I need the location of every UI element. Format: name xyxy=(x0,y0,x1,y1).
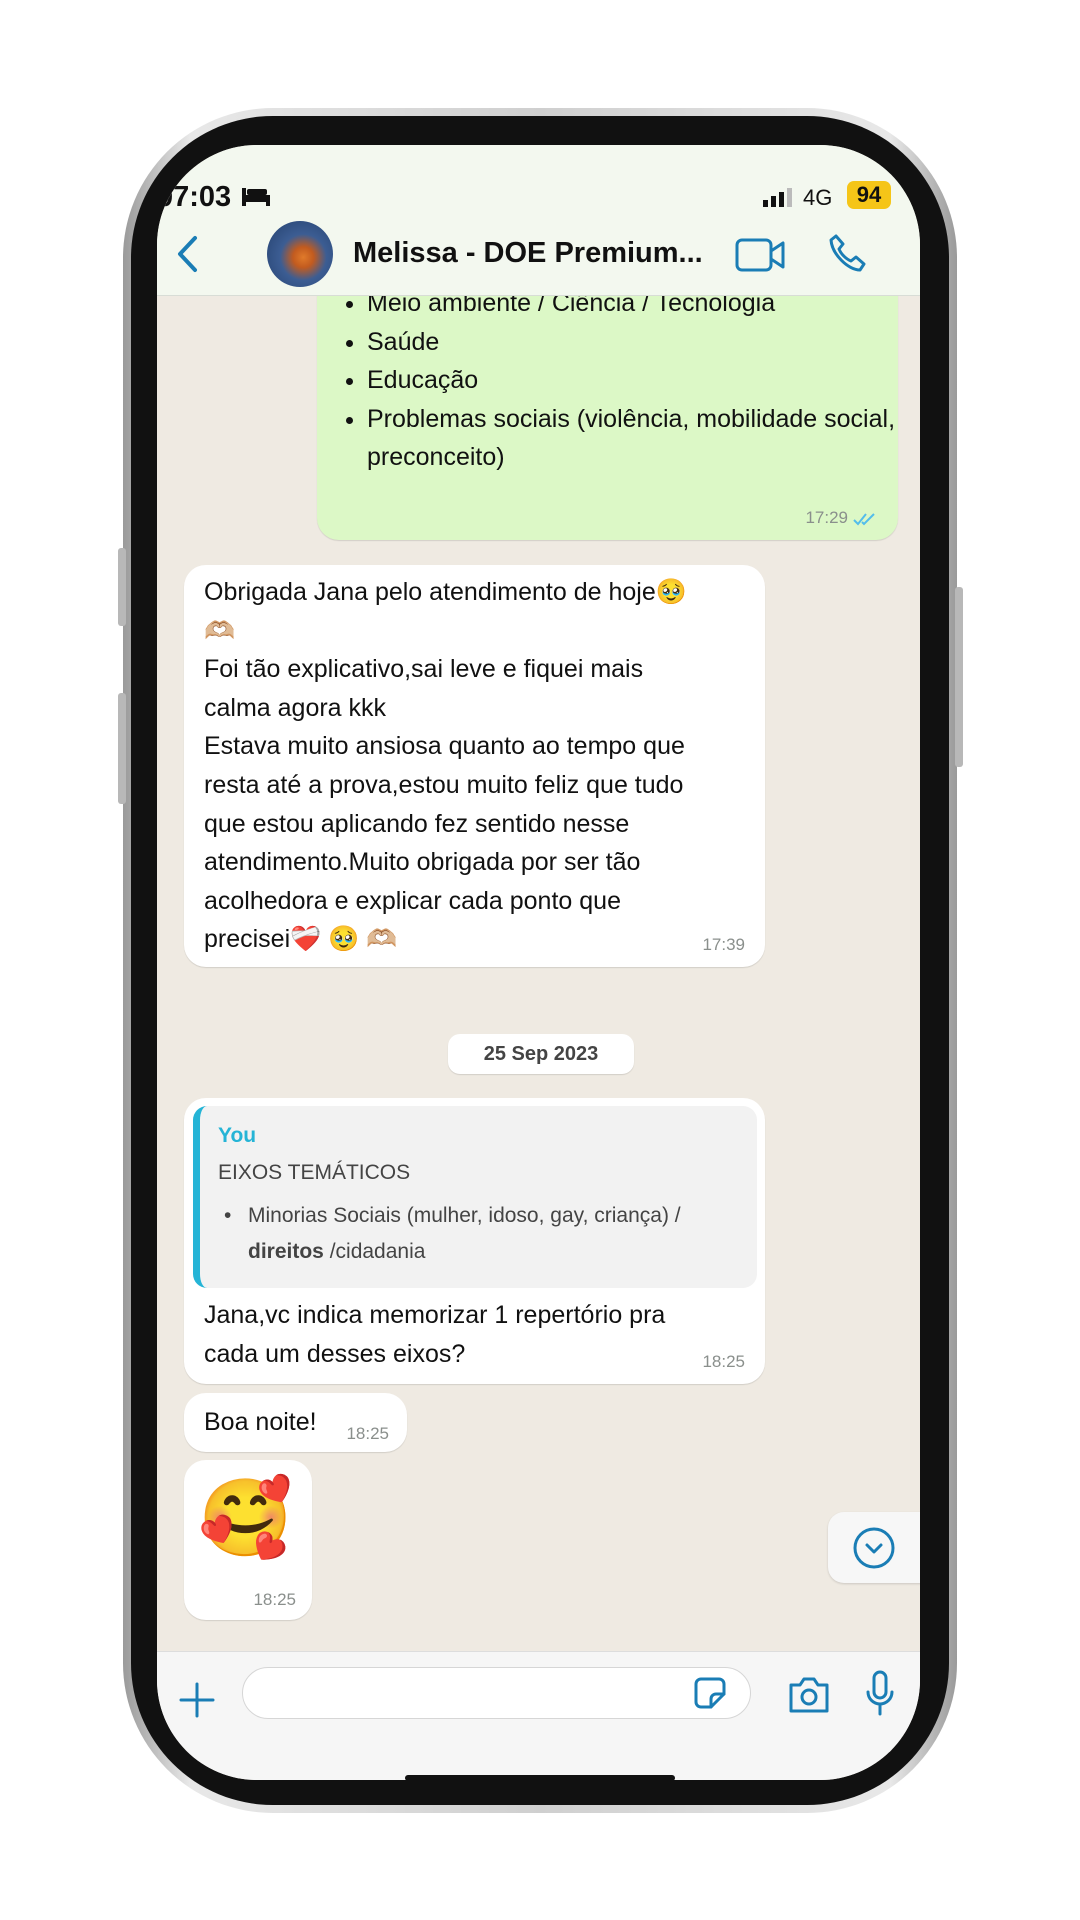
list-item: Saúde xyxy=(367,323,907,362)
power-button xyxy=(955,587,963,767)
double-check-icon xyxy=(853,513,875,526)
text-line: que estou aplicando fez sentido nesse xyxy=(204,809,630,838)
quote-author: You xyxy=(218,1124,257,1147)
quote-item-bold: direitos xyxy=(248,1240,324,1263)
volume-up-button xyxy=(118,548,126,626)
text-line: Jana,vc indica memorizar 1 repertório pr… xyxy=(204,1301,666,1329)
quoted-message[interactable]: You EIXOS TEMÁTICOS • Minorias Sociais (m… xyxy=(193,1106,757,1288)
network-type: 4G xyxy=(803,185,833,210)
contact-name[interactable]: Melissa - DOE Premium... xyxy=(353,237,703,270)
phone-icon[interactable] xyxy=(827,233,869,275)
text-line: acolhedora e explicar cada ponto que xyxy=(204,886,621,915)
message-incoming[interactable]: Boa noite! 18:25 xyxy=(184,1393,407,1452)
message-time: 17:29 xyxy=(805,508,848,527)
text-line: 🫶🏼 xyxy=(204,616,236,645)
chevron-left-icon[interactable] xyxy=(175,235,201,273)
message-input[interactable] xyxy=(242,1667,751,1719)
video-camera-icon[interactable] xyxy=(735,237,787,273)
avatar[interactable] xyxy=(267,221,333,287)
bed-icon xyxy=(242,188,270,206)
message-incoming-emoji[interactable]: 🥰 18:25 xyxy=(184,1460,312,1620)
text-line: Estava muito ansiosa quanto ao tempo que xyxy=(204,732,685,761)
chat-area[interactable]: Meio ambiente / Ciência / Tecnologia Saú… xyxy=(157,275,920,1651)
message-outgoing[interactable]: Meio ambiente / Ciência / Tecnologia Saú… xyxy=(317,275,898,540)
camera-icon[interactable] xyxy=(787,1676,831,1714)
message-time: 17:39 xyxy=(702,935,745,954)
text-line: calma agora kkk xyxy=(204,693,387,722)
status-time: 07:03 xyxy=(157,181,232,213)
list-item: Problemas sociais (violência, mobilidade… xyxy=(367,400,907,477)
screen: Meio ambiente / Ciência / Tecnologia Saú… xyxy=(157,145,920,1780)
signal-bars-icon xyxy=(763,188,792,207)
text-line: resta até a prova,estou muito feliz que … xyxy=(204,770,684,799)
text-line: precisei❤️‍🩹 🥹 🫶🏼 xyxy=(204,925,398,954)
quote-title: EIXOS TEMÁTICOS xyxy=(218,1161,411,1184)
message-text: Jana,vc indica memorizar 1 repertório pr… xyxy=(204,1296,754,1373)
text-line: cada um desses eixos? xyxy=(204,1339,466,1368)
message-text: Boa noite! xyxy=(204,1408,317,1436)
microphone-icon[interactable] xyxy=(864,1670,896,1716)
plus-icon[interactable] xyxy=(179,1682,215,1718)
sticker-icon[interactable] xyxy=(693,1676,727,1710)
chevron-down-circle-icon xyxy=(853,1527,895,1569)
quote-item-text: Minorias Sociais (mulher, idoso, gay, cr… xyxy=(248,1204,681,1227)
message-time: 18:25 xyxy=(702,1352,745,1371)
text-line: atendimento.Muito obrigada por ser tão xyxy=(204,848,641,877)
quote-item: • Minorias Sociais (mulher, idoso, gay, c… xyxy=(224,1204,681,1263)
home-indicator xyxy=(405,1775,675,1780)
date-separator: 25 Sep 2023 xyxy=(448,1034,634,1074)
message-time: 18:25 xyxy=(346,1424,389,1443)
quote-item-rest: /cidadania xyxy=(323,1240,426,1263)
message-time: 18:25 xyxy=(253,1590,296,1609)
text-line: Obrigada Jana pelo atendimento de hoje🥹 xyxy=(204,578,687,606)
chat-header: 07:03 4G 94 Melissa - DOE Premium... xyxy=(157,145,920,296)
text-line: Foi tão explicativo,sai leve e fiquei ma… xyxy=(204,655,644,684)
message-incoming[interactable]: Obrigada Jana pelo atendimento de hoje🥹 … xyxy=(184,565,765,967)
message-text: Obrigada Jana pelo atendimento de hoje🥹 … xyxy=(204,573,754,959)
message-incoming-reply[interactable]: You EIXOS TEMÁTICOS • Minorias Sociais (m… xyxy=(184,1098,765,1384)
list-item: Educação xyxy=(367,361,907,400)
composer-bar xyxy=(157,1651,920,1780)
smiling-face-hearts-emoji: 🥰 xyxy=(198,1476,293,1561)
battery-level: 94 xyxy=(847,181,891,209)
volume-down-button xyxy=(118,693,126,804)
scroll-to-bottom-button[interactable] xyxy=(828,1512,920,1583)
